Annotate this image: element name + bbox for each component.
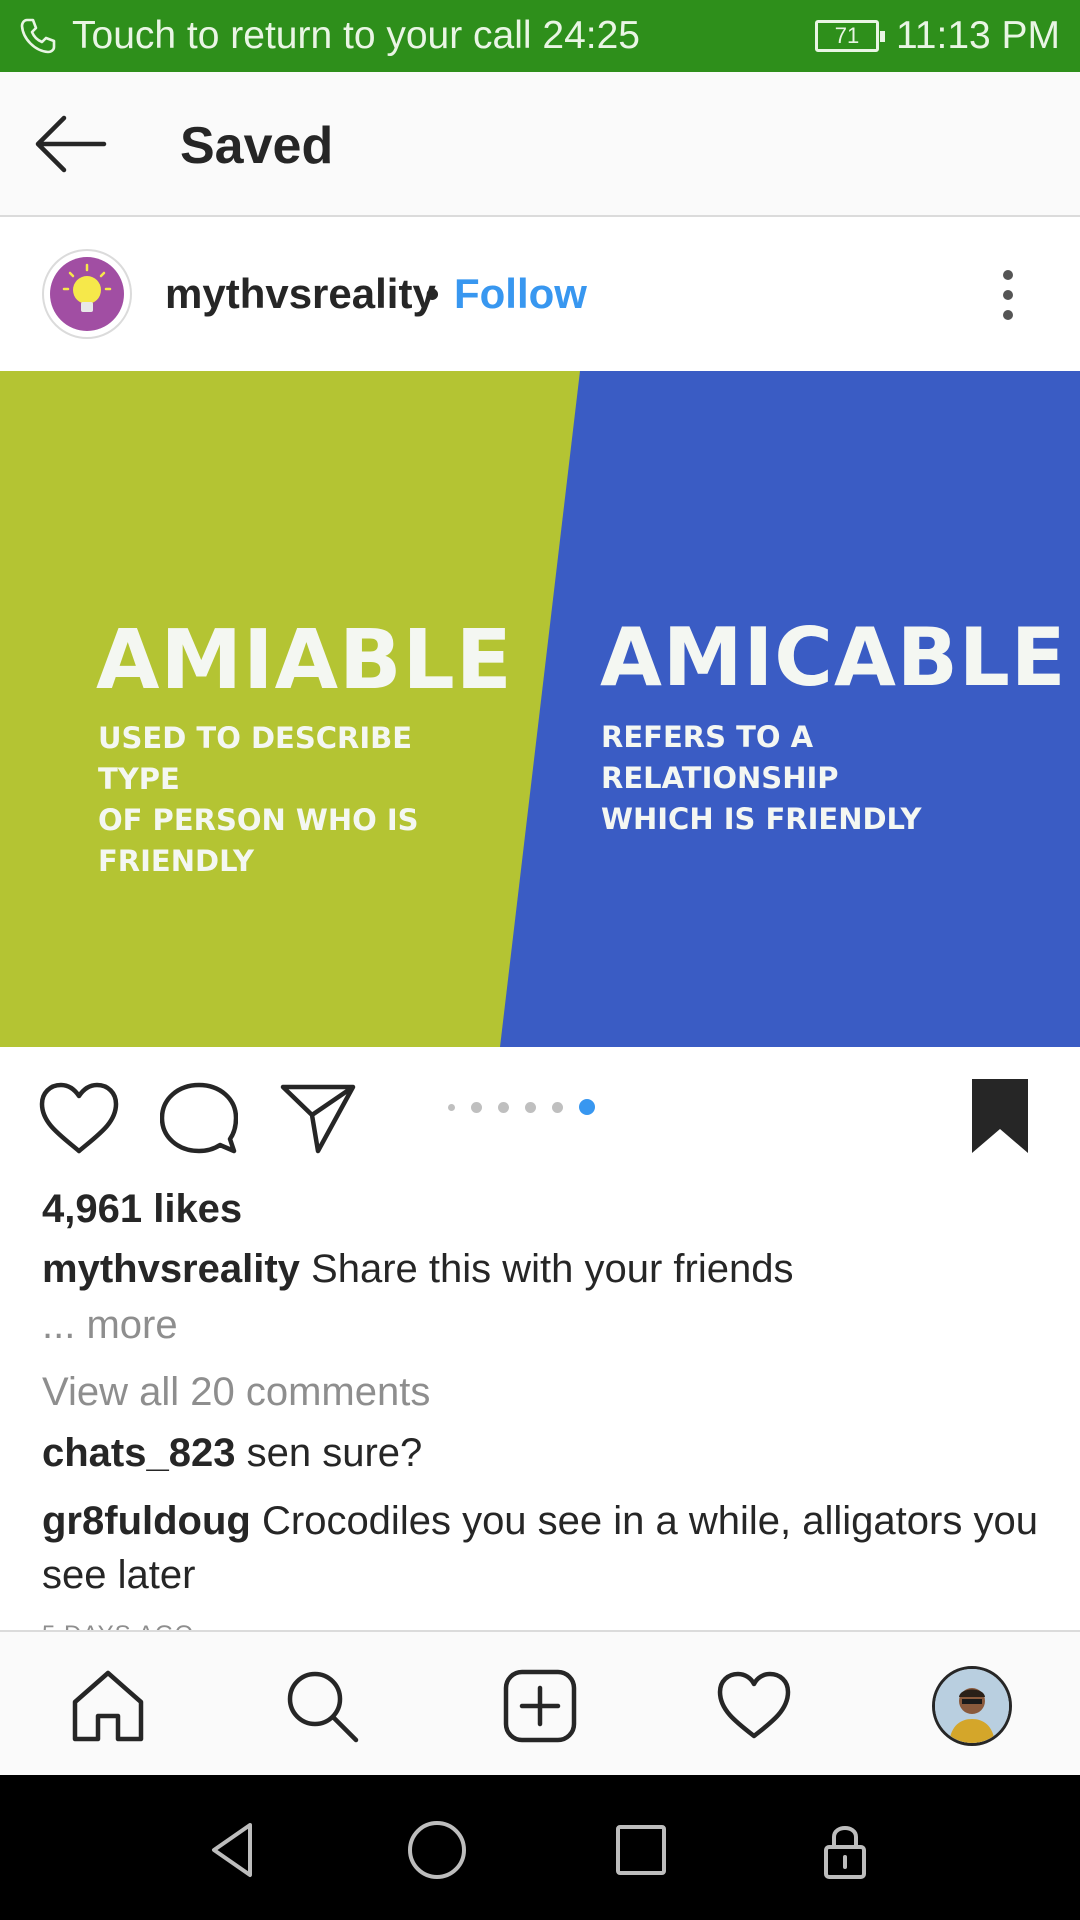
return-to-call-text[interactable]: Touch to return to your call 24:25 xyxy=(72,12,640,60)
bookmark-saved-icon[interactable] xyxy=(968,1075,1032,1157)
lock-icon[interactable] xyxy=(810,1815,880,1885)
carousel-dot xyxy=(525,1101,536,1113)
phone-icon xyxy=(20,18,56,54)
status-bar[interactable]: Touch to return to your call 24:25 71 11… xyxy=(0,0,1080,72)
post-username[interactable]: mythvsreality xyxy=(165,269,436,319)
carousel-dot xyxy=(471,1101,482,1113)
comment-username[interactable]: chats_823 xyxy=(42,1431,235,1475)
likes-count[interactable]: 4,961 likes xyxy=(42,1182,242,1236)
post-actions xyxy=(0,1047,1080,1177)
comment-row: chats_823 sen sure? xyxy=(42,1426,422,1480)
comment-icon[interactable] xyxy=(160,1081,238,1155)
lightbulb-icon xyxy=(62,263,112,312)
comment-row: gr8fuldoug Crocodiles you see in a while… xyxy=(42,1494,1042,1602)
left-description: USED TO DESCRIBE TYPE OF PERSON WHO IS F… xyxy=(98,721,419,878)
right-description: REFERS TO A RELATIONSHIP WHICH IS FRIEND… xyxy=(601,720,922,836)
app-header: Saved xyxy=(0,72,1080,217)
post-image[interactable]: AMIABLE USED TO DESCRIBE TYPE OF PERSON … xyxy=(0,371,1080,1047)
left-word: AMIABLE xyxy=(96,613,513,708)
separator-dot: • xyxy=(425,270,440,317)
profile-avatar[interactable] xyxy=(932,1666,1012,1746)
battery-icon: 71 xyxy=(815,20,885,52)
nav-home-icon[interactable] xyxy=(402,1815,472,1885)
profile-photo-icon xyxy=(935,1669,1009,1743)
follow-button[interactable]: Follow xyxy=(454,269,587,319)
post-avatar[interactable] xyxy=(42,249,132,339)
home-icon[interactable] xyxy=(70,1668,146,1744)
carousel-dot xyxy=(552,1101,563,1113)
share-direct-icon[interactable] xyxy=(280,1081,356,1155)
nav-back-icon[interactable] xyxy=(200,1815,270,1885)
carousel-dot xyxy=(448,1103,455,1111)
bottom-tab-bar xyxy=(0,1630,1080,1775)
nav-recents-icon[interactable] xyxy=(606,1815,676,1885)
caption-username[interactable]: mythvsreality xyxy=(42,1247,300,1291)
carousel-dot xyxy=(498,1101,509,1113)
comment-username[interactable]: gr8fuldoug xyxy=(42,1499,251,1543)
back-arrow-icon[interactable] xyxy=(32,112,108,176)
right-word: AMICABLE xyxy=(600,611,1067,704)
comment-text: sen sure? xyxy=(246,1431,423,1475)
system-nav-bar xyxy=(0,1775,1080,1920)
caption: mythvsreality Share this with your frien… xyxy=(42,1242,794,1296)
split-background xyxy=(0,371,1080,1047)
like-heart-icon[interactable] xyxy=(38,1081,120,1155)
post-header: mythvsreality • Follow xyxy=(0,219,1080,371)
new-post-icon[interactable] xyxy=(502,1668,578,1744)
search-icon[interactable] xyxy=(284,1668,360,1744)
more-link[interactable]: ... more xyxy=(42,1298,178,1352)
view-all-comments-link[interactable]: View all 20 comments xyxy=(42,1365,430,1419)
more-options-icon[interactable] xyxy=(990,267,1026,323)
page-title: Saved xyxy=(180,117,334,175)
caption-text: Share this with your friends xyxy=(311,1247,794,1291)
status-time: 11:13 PM xyxy=(896,14,1061,57)
carousel-dot-active xyxy=(579,1099,595,1115)
activity-heart-icon[interactable] xyxy=(716,1668,792,1744)
